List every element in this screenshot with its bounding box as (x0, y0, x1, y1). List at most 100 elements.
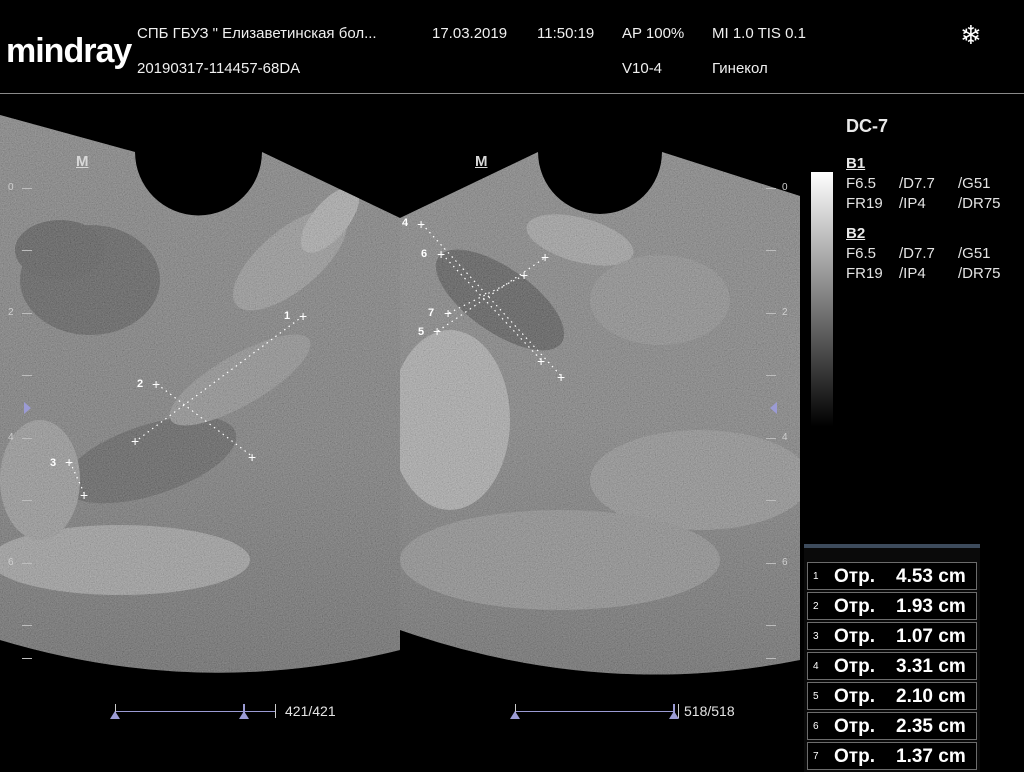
orientation-mark-left: M (76, 153, 89, 170)
caliper-cross[interactable]: + (248, 450, 256, 464)
caliper-cross[interactable]: + (433, 324, 441, 338)
caliper-label: 6 (421, 248, 428, 260)
depth-label: 2 (782, 307, 788, 318)
b2-depth: /D7.7 (899, 245, 935, 262)
depth-tick (22, 188, 32, 189)
caliper-cross[interactable]: + (537, 354, 545, 368)
b2-image-process: /IP4 (899, 265, 926, 282)
depth-tick (766, 563, 776, 564)
focus-marker-right[interactable] (770, 402, 777, 414)
measurement-value: 4.53 cm (896, 566, 966, 587)
cine-marker[interactable] (669, 711, 679, 719)
caliper-cross[interactable]: + (65, 455, 73, 469)
cine-end (275, 704, 276, 718)
measurement-index: 1 (813, 571, 819, 582)
institution-name: СПБ ГБУЗ " Елизаветинская бол... (137, 25, 377, 42)
measurement-value: 2.10 cm (896, 686, 966, 707)
exam-date: 17.03.2019 (432, 25, 508, 42)
acoustic-power: AP 100% (622, 25, 685, 42)
measurement-index: 7 (813, 751, 819, 762)
b1-image-process: /IP4 (899, 195, 926, 212)
exam-time: 11:50:19 (537, 25, 595, 42)
measurement-row[interactable]: 6 Отр. 2.35 cm (807, 712, 977, 740)
measurement-label: Отр. (834, 566, 875, 587)
preset-label: DC-7 (846, 116, 889, 136)
b2-frame-rate: FR19 (846, 265, 883, 282)
measurement-index: 4 (813, 661, 819, 672)
measurement-label: Отр. (834, 716, 875, 737)
exam-id: 20190317-114457-68DA (137, 60, 301, 77)
orientation-mark-right: M (475, 153, 488, 170)
ultrasound-images[interactable] (0, 95, 800, 695)
caliper-label: 2 (137, 378, 144, 390)
cine-marker[interactable] (510, 711, 520, 719)
caliper-label: 4 (402, 217, 409, 229)
caliper-cross[interactable]: + (541, 250, 549, 264)
cine-track-right[interactable] (515, 711, 675, 712)
caliper-cross[interactable]: + (417, 217, 425, 231)
cine-frame-right: 518/518 (684, 703, 735, 719)
b2-title: B2 (846, 225, 866, 242)
depth-label: 4 (8, 432, 14, 443)
depth-tick (22, 563, 32, 564)
measurement-results-panel: 1 Отр. 4.53 cm 2 Отр. 1.93 cm 3 Отр. 1.0… (804, 544, 980, 772)
depth-tick (22, 375, 32, 376)
caliper-cross[interactable]: + (80, 488, 88, 502)
depth-tick (766, 250, 776, 251)
caliper-cross[interactable]: + (520, 268, 528, 282)
depth-label: 4 (782, 432, 788, 443)
measurement-value: 1.93 cm (896, 596, 966, 617)
depth-tick (22, 625, 32, 626)
b1-title: B1 (846, 155, 866, 172)
measurement-row[interactable]: 2 Отр. 1.93 cm (807, 592, 977, 620)
caliper-cross[interactable]: + (444, 306, 452, 320)
b1-gain: /G51 (958, 175, 991, 192)
depth-tick (22, 500, 32, 501)
caliper-cross[interactable]: + (131, 434, 139, 448)
depth-tick (766, 625, 776, 626)
measurement-label: Отр. (834, 686, 875, 707)
grayscale-bar (811, 172, 833, 427)
exam-type: Гинекол (712, 60, 768, 77)
measurement-row[interactable]: 3 Отр. 1.07 cm (807, 622, 977, 650)
measurement-value: 2.35 cm (896, 716, 966, 737)
measurement-label: Отр. (834, 626, 875, 647)
left-scan (0, 115, 400, 673)
b2-frequency: F6.5 (846, 245, 877, 262)
measurement-index: 2 (813, 601, 819, 612)
measurement-row[interactable]: 1 Отр. 4.53 cm (807, 562, 977, 590)
caliper-label: 3 (50, 457, 57, 469)
b2-gain: /G51 (958, 245, 991, 262)
mindray-logo: mindray (6, 32, 132, 70)
measurement-row[interactable]: 4 Отр. 3.31 cm (807, 652, 977, 680)
measurement-value: 1.37 cm (896, 746, 966, 767)
right-scan (400, 152, 800, 675)
caliper-cross[interactable]: + (437, 247, 445, 261)
caliper-cross[interactable]: + (557, 370, 565, 384)
snowflake-icon[interactable]: ❄ (960, 20, 982, 51)
mi-tis-index: MI 1.0 TIS 0.1 (712, 25, 806, 42)
focus-marker-left[interactable] (24, 402, 31, 414)
measurement-label: Отр. (834, 596, 875, 617)
measurement-row[interactable]: 5 Отр. 2.10 cm (807, 682, 977, 710)
depth-label: 0 (8, 182, 14, 193)
b1-depth: /D7.7 (899, 175, 935, 192)
depth-tick (766, 438, 776, 439)
caliper-label: 7 (428, 307, 435, 319)
depth-tick (22, 438, 32, 439)
measurement-index: 5 (813, 691, 819, 702)
b1-frequency: F6.5 (846, 175, 877, 192)
measurement-label: Отр. (834, 746, 875, 767)
b1-frame-rate: FR19 (846, 195, 883, 212)
depth-label: 0 (782, 182, 788, 193)
depth-label: 2 (8, 307, 14, 318)
caliper-cross[interactable]: + (299, 309, 307, 323)
measurement-row[interactable]: 7 Отр. 1.37 cm (807, 742, 977, 770)
depth-label: 6 (8, 557, 14, 568)
cine-track-left[interactable] (115, 711, 275, 712)
measurement-label: Отр. (834, 656, 875, 677)
cine-marker[interactable] (239, 711, 249, 719)
depth-tick (766, 188, 776, 189)
caliper-cross[interactable]: + (152, 377, 160, 391)
cine-marker[interactable] (110, 711, 120, 719)
